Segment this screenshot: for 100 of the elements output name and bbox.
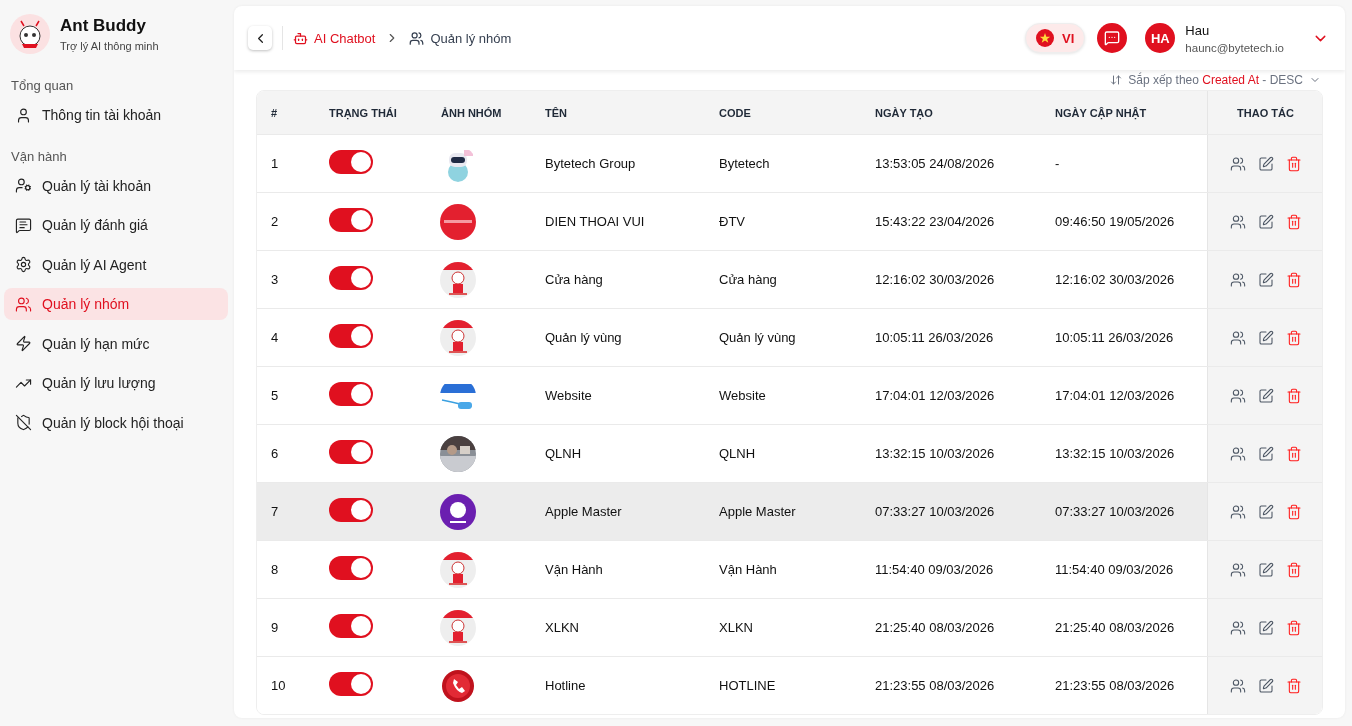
sort-label[interactable]: Sắp xếp theo Created At - DESC (1128, 73, 1303, 87)
table-cell-text: 12:16:02 30/03/2026 (1054, 272, 1176, 287)
column-header: TRẠNG THÁI (328, 105, 398, 122)
back-button[interactable] (248, 26, 272, 50)
language-button[interactable]: VI (1025, 23, 1086, 53)
edit-button[interactable] (1257, 445, 1274, 462)
table-cell-text: Bytetech Group (544, 156, 637, 171)
sidebar-item[interactable]: Quản lý tài khoản (4, 169, 228, 202)
table-cell-text: Hotline (544, 678, 587, 693)
sort-icon (1110, 74, 1123, 86)
table-row[interactable]: 2 DIEN THOAI VUI ĐTV 15:43:22 23/04/2026 09:46:50 19/05/2026 (257, 193, 1322, 251)
members-button[interactable] (1229, 213, 1246, 230)
status-toggle[interactable] (329, 149, 373, 174)
table-row[interactable]: 3 Cửa hàng Cửa hàng 12:16:02 30/03/2026 12:16:02 30/03/2026 (257, 251, 1322, 309)
members-button[interactable] (1229, 387, 1246, 404)
table-cell-text: Quản lý vùng (718, 330, 797, 345)
sidebar-item[interactable]: Quản lý hạn mức (4, 327, 228, 360)
delete-button[interactable] (1285, 271, 1302, 288)
table-cell-text: 3 (270, 272, 280, 287)
members-button[interactable] (1229, 445, 1246, 462)
delete-button[interactable] (1285, 387, 1302, 404)
table-cell-text: 15:43:22 23/04/2026 (874, 214, 996, 229)
sidebar-item[interactable]: Quản lý AI Agent (4, 248, 228, 281)
lightning-icon (15, 335, 32, 352)
table-row[interactable]: 10 Hotline HOTLINE 21:23:55 08/03/2026 21:23:55 08/03/2026 (257, 657, 1322, 714)
table-cell-text: 21:25:40 08/03/2026 (874, 620, 996, 635)
table-cell-text: 2 (270, 214, 280, 229)
status-toggle[interactable] (329, 265, 373, 290)
users-icon (409, 30, 425, 46)
table-cell-text: 21:23:55 08/03/2026 (874, 678, 996, 693)
breadcrumb-link[interactable]: Quản lý nhóm (409, 30, 512, 46)
table-row[interactable]: 7 Apple Master Apple Master 07:33:27 10/03/2026 07:33:27 10/03/2026 (257, 483, 1322, 541)
table-cell-text: 17:04:01 12/03/2026 (874, 388, 996, 403)
user-name: Hau (1185, 22, 1211, 38)
edit-button[interactable] (1257, 387, 1274, 404)
user-icon (15, 106, 32, 124)
table-cell-text: 10 (270, 678, 287, 693)
table-cell-text: Website (718, 388, 767, 403)
status-toggle[interactable] (329, 671, 373, 696)
members-button[interactable] (1229, 619, 1246, 636)
edit-button[interactable] (1257, 271, 1274, 288)
edit-button[interactable] (1257, 503, 1274, 520)
sidebar-item[interactable]: Quản lý block hội thoại (4, 406, 228, 439)
app-name: Ant Buddy (60, 16, 147, 36)
table-cell-text: XLKN (718, 620, 754, 635)
edit-button[interactable] (1257, 619, 1274, 636)
sidebar-item[interactable]: Quản lý đánh giá (4, 209, 228, 241)
edit-button[interactable] (1257, 561, 1274, 578)
status-toggle[interactable] (329, 555, 373, 580)
members-button[interactable] (1229, 271, 1246, 288)
table-row[interactable]: 1 Bytetech Group Bytetech 13:53:05 24/08/2026 - (257, 135, 1322, 193)
table-cell-text: Website (544, 388, 593, 403)
status-toggle[interactable] (329, 381, 373, 406)
edit-button[interactable] (1257, 213, 1274, 230)
delete-button[interactable] (1285, 213, 1302, 230)
user-email: haunc@bytetech.io (1185, 41, 1284, 54)
delete-button[interactable] (1285, 155, 1302, 172)
delete-button[interactable] (1285, 677, 1302, 694)
status-toggle[interactable] (329, 613, 373, 638)
sidebar-item[interactable]: Thông tin tài khoản (4, 99, 228, 131)
delete-button[interactable] (1285, 329, 1302, 346)
delete-button[interactable] (1285, 503, 1302, 520)
members-button[interactable] (1229, 677, 1246, 694)
members-button[interactable] (1229, 155, 1246, 172)
sidebar-item[interactable]: Quản lý lưu lượng (4, 367, 228, 399)
members-button[interactable] (1229, 329, 1246, 346)
table-cell-text: Vận Hành (718, 562, 778, 577)
app-tagline: Trợ lý AI thông minh (60, 40, 159, 52)
status-toggle[interactable] (329, 207, 373, 232)
breadcrumb-link[interactable]: AI Chatbot (293, 30, 376, 46)
table-row[interactable]: 4 Quản lý vùng Quản lý vùng 10:05:11 26/03/2026 10:05:11 26/03/2026 (257, 309, 1322, 367)
table-cell-text: Cửa hàng (544, 272, 604, 287)
status-toggle[interactable] (329, 439, 373, 464)
delete-button[interactable] (1285, 619, 1302, 636)
user-avatar[interactable]: HA (1145, 23, 1176, 53)
column-header: TÊN (544, 105, 568, 121)
edit-button[interactable] (1257, 329, 1274, 346)
table-cell-text: 13:53:05 24/08/2026 (874, 156, 996, 171)
members-button[interactable] (1229, 503, 1246, 520)
table-cell-text: XLKN (544, 620, 580, 635)
table-row[interactable]: 5 Website Website 17:04:01 12/03/2026 17:04:01 12/03/2026 (257, 367, 1322, 425)
chat-button[interactable] (1097, 23, 1128, 53)
robot-icon (293, 30, 308, 46)
table-cell-text: Apple Master (544, 504, 623, 519)
status-toggle[interactable] (329, 497, 373, 522)
chat-icon (1104, 30, 1121, 46)
delete-button[interactable] (1285, 561, 1302, 578)
table-row[interactable]: 6 QLNH QLNH 13:32:15 10/03/2026 13:32:15 10/03/2026 (257, 425, 1322, 483)
edit-button[interactable] (1257, 155, 1274, 172)
status-toggle[interactable] (329, 323, 373, 348)
table-cell-text: 11:54:40 09/03/2026 (1054, 562, 1175, 577)
table-cell-text: 12:16:02 30/03/2026 (874, 272, 996, 287)
table-cell-text: ĐTV (718, 214, 746, 229)
edit-button[interactable] (1257, 677, 1274, 694)
table-cell-text: DIEN THOAI VUI (544, 214, 646, 229)
delete-button[interactable] (1285, 445, 1302, 462)
members-button[interactable] (1229, 561, 1246, 578)
table-row[interactable]: 8 Vận Hành Vận Hành 11:54:40 09/03/2026 11:54:40 09/03/2026 (257, 541, 1322, 599)
sidebar-item[interactable]: Quản lý nhóm (4, 288, 228, 320)
table-row[interactable]: 9 XLKN XLKN 21:25:40 08/03/2026 21:25:40 08/03/2026 (257, 599, 1322, 657)
